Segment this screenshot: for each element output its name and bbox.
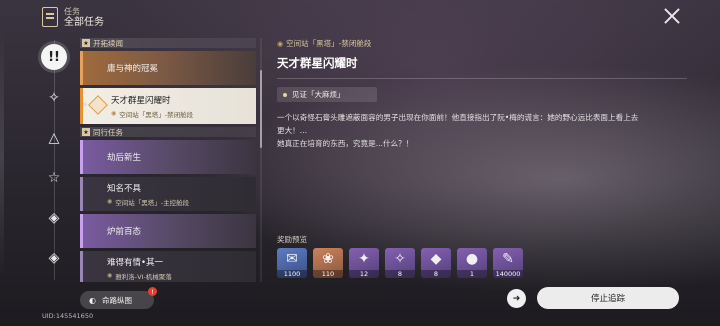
- reward-qty: 110: [313, 270, 343, 278]
- quest-title: 难得有情•其一: [107, 257, 164, 268]
- reward-qty: 8: [385, 270, 415, 278]
- credit-icon: ✉: [286, 251, 298, 267]
- detail-title: 天才群星闪耀时: [277, 56, 358, 70]
- description-line: 她真正在培育的东西，究竟是...什么？！: [277, 139, 414, 148]
- stop-tracking-label: 停止追踪: [590, 294, 625, 304]
- alert-icon[interactable]: !!: [41, 44, 67, 70]
- header-subtitle: 任务: [64, 7, 80, 16]
- page-header: 任务 全部任务: [42, 6, 104, 28]
- star-icon: ★: [82, 128, 90, 136]
- list-item[interactable]: 炉前百态: [80, 214, 256, 248]
- detail-description: 一个以奇怪石膏头雕遮蔽面容的男子出现在你面前！他直接指出了阮•梅的谎言：她的野心…: [277, 111, 642, 150]
- tracking-diamond-icon: [88, 95, 108, 115]
- reward-item[interactable]: ✧ 8: [385, 248, 415, 278]
- triangle-star-icon[interactable]: △: [43, 127, 65, 149]
- reward-qty: 1: [457, 270, 487, 278]
- scrollbar-thumb[interactable]: [260, 70, 262, 148]
- navigate-button[interactable]: ➜: [507, 289, 526, 308]
- list-item-selected[interactable]: » 天才群星闪耀时 空间站「黑塔」-禁闭舱段: [80, 88, 256, 124]
- quest-title: 庸与神的冠冕: [107, 64, 159, 74]
- section-header-companion: ★ 同行任务: [80, 127, 256, 137]
- map-button-label: 命路纵图: [101, 295, 132, 305]
- reward-qty: 8: [421, 270, 451, 278]
- quest-book-icon: [42, 7, 58, 27]
- section-label: 开拓续闻: [93, 38, 123, 48]
- exp-material-icon: ❀: [322, 251, 334, 267]
- map-icon: ◐: [89, 295, 96, 305]
- quest-title: 知名不具: [107, 183, 142, 194]
- list-item[interactable]: 难得有情•其一 雅利洛-VI-机械聚落: [80, 251, 256, 282]
- quest-location: 雅利洛-VI-机械聚落: [107, 271, 256, 281]
- relic-icon: ●: [465, 251, 479, 267]
- objective-text: 见证「大麻烦」: [292, 90, 345, 99]
- notification-badge: !: [148, 287, 157, 296]
- list-item[interactable]: 劫后新生: [80, 140, 256, 174]
- quest-title: 天才群星闪耀时: [111, 95, 171, 106]
- objective-tag: 见证「大麻烦」: [277, 87, 377, 102]
- ticket-icon: ✎: [502, 251, 514, 267]
- list-item[interactable]: 庸与神的冠冕: [80, 51, 256, 85]
- reward-item[interactable]: ✎ 140000: [493, 248, 523, 278]
- reward-item[interactable]: ✉ 1100: [277, 248, 307, 278]
- ascension-material-icon: ✦: [358, 251, 370, 267]
- rail-line: [54, 40, 55, 280]
- quest-detail: 空间站「黑塔」-禁闭舱段 天才群星闪耀时 见证「大麻烦」 一个以奇怪石膏头雕遮蔽…: [277, 38, 687, 150]
- page-title: 全部任务: [64, 17, 104, 28]
- star-diamond-icon[interactable]: ✧: [43, 87, 65, 109]
- close-icon[interactable]: [664, 8, 680, 24]
- diamond-icon[interactable]: ◈: [43, 247, 65, 269]
- star-icon[interactable]: ☆: [43, 167, 65, 189]
- star-icon: ★: [82, 39, 90, 47]
- reward-item[interactable]: ● 1: [457, 248, 487, 278]
- navigate-arrow-icon: ➜: [512, 293, 521, 304]
- chevron-right-icon: »: [82, 100, 88, 110]
- left-edge-glow: [0, 30, 4, 280]
- quest-title: 劫后新生: [107, 153, 142, 163]
- stop-tracking-button[interactable]: 停止追踪: [537, 287, 679, 309]
- reward-qty: 1100: [277, 270, 307, 278]
- bullet-icon: [283, 92, 287, 97]
- reward-item[interactable]: ❀ 110: [313, 248, 343, 278]
- detail-location: 空间站「黑塔」-禁闭舱段: [277, 38, 687, 49]
- divider: [277, 78, 687, 79]
- quest-title: 炉前百态: [107, 227, 142, 237]
- description-line: 一个以奇怪石膏头雕遮蔽面容的男子出现在你面前！他直接指出了阮•梅的谎言：她的野心…: [277, 113, 639, 135]
- map-button[interactable]: ◐ 命路纵图 !: [80, 287, 157, 309]
- section-label: 同行任务: [93, 127, 123, 137]
- diamond-icon[interactable]: ◈: [43, 207, 65, 229]
- reward-item[interactable]: ✦ 12: [349, 248, 379, 278]
- rewards-row: ✉ 1100 ❀ 110 ✦ 12 ✧ 8 ◆ 8 ● 1 ✎ 140000: [277, 248, 523, 278]
- quest-location: 空间站「黑塔」-主控舱段: [107, 197, 256, 207]
- reward-item[interactable]: ◆ 8: [421, 248, 451, 278]
- reward-qty: 12: [349, 270, 379, 278]
- reward-qty: 140000: [493, 270, 523, 278]
- list-item[interactable]: 知名不具 空间站「黑塔」-主控舱段: [80, 177, 256, 211]
- quest-location: 空间站「黑塔」-禁闭舱段: [111, 109, 256, 119]
- section-header-trailblaze: ★ 开拓续闻: [80, 38, 256, 48]
- uid-label: UID:145541650: [42, 312, 94, 320]
- quest-list: ★ 开拓续闻 庸与神的冠冕 » 天才群星闪耀时 空间站「黑塔」-禁闭舱段 ★ 同…: [80, 38, 256, 282]
- consumable-icon: ◆: [430, 251, 442, 267]
- rewards-label: 奖励预览: [277, 235, 307, 244]
- fragment-icon: ✧: [394, 251, 406, 267]
